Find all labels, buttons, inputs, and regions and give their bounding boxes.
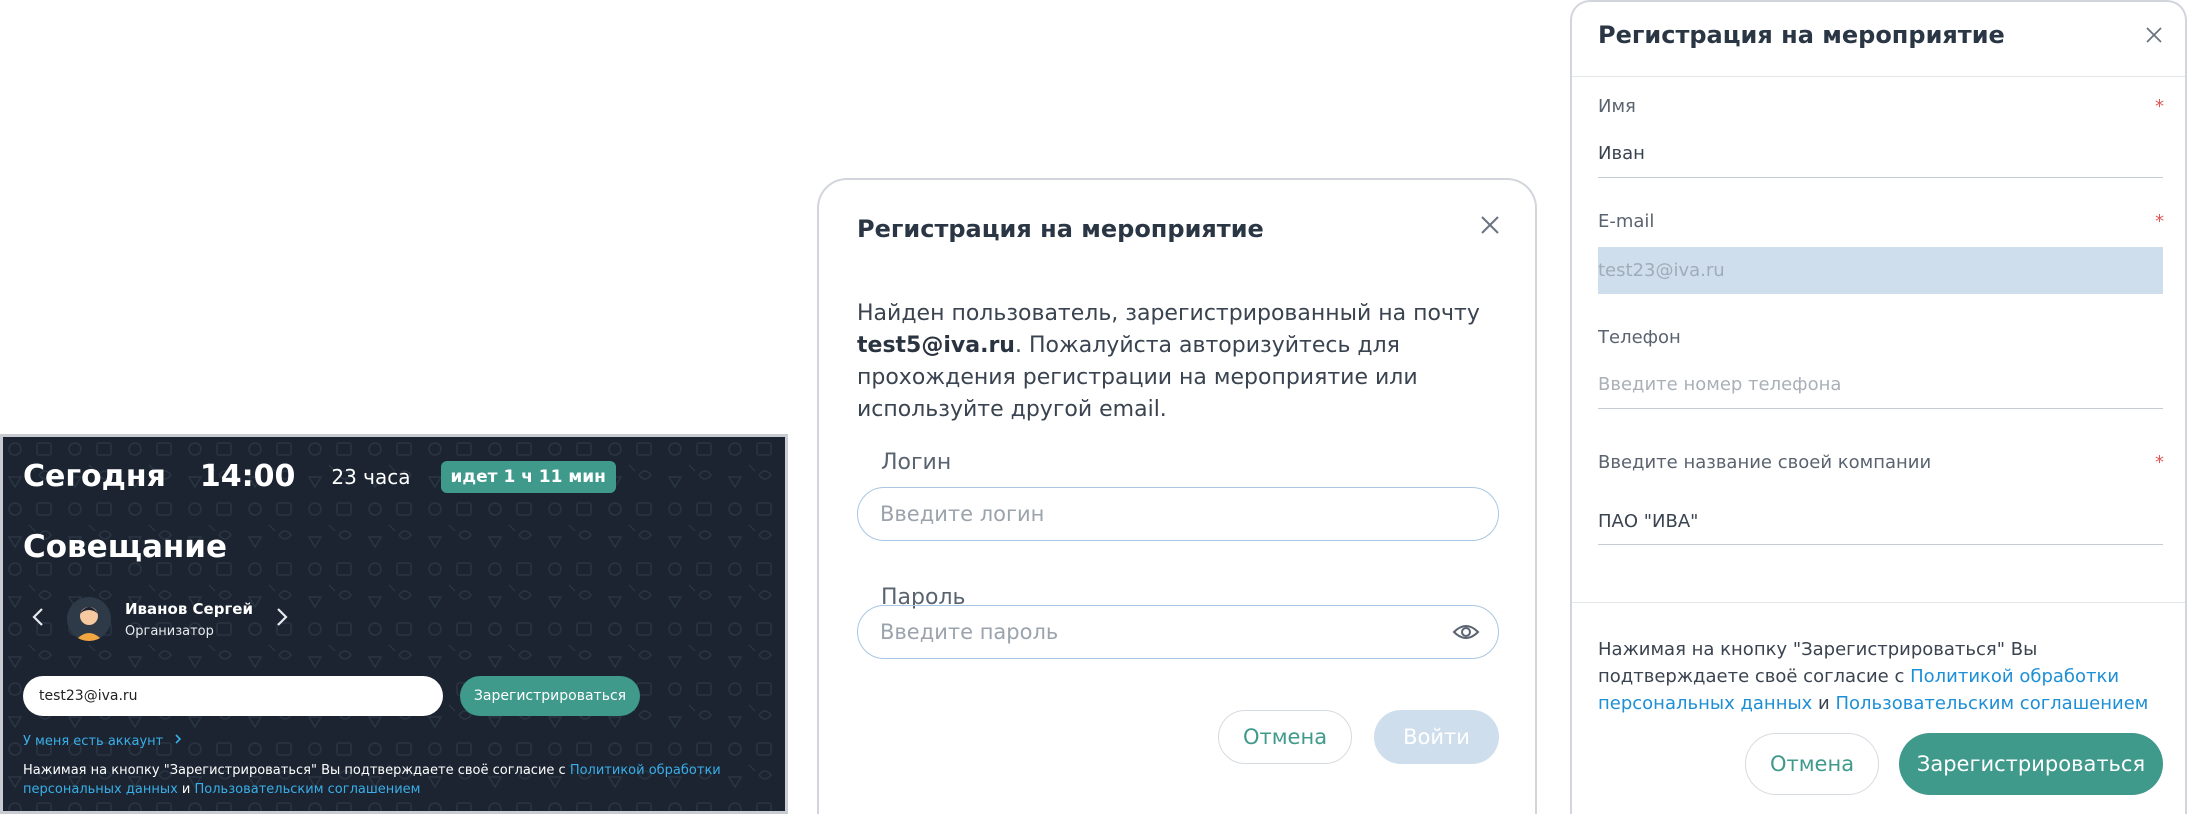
password-placeholder: Введите пароль bbox=[880, 620, 1059, 644]
have-account-label: У меня есть аккаунт bbox=[23, 734, 164, 749]
cancel-button[interactable]: Отмена bbox=[1745, 733, 1879, 795]
phone-label: Телефон bbox=[1598, 327, 1681, 348]
register-button[interactable]: Зарегистрироваться bbox=[1899, 733, 2163, 795]
user-agreement-link[interactable]: Пользовательским соглашением bbox=[1835, 693, 2148, 714]
company-underline bbox=[1598, 544, 2163, 545]
message-email: test5@iva.ru bbox=[857, 333, 1015, 358]
organizer-block: Иванов Сергей Организатор bbox=[31, 597, 289, 641]
login-button[interactable]: Войти bbox=[1374, 710, 1499, 764]
ongoing-badge: идет 1 ч 11 мин bbox=[440, 460, 616, 493]
cancel-button[interactable]: Отмена bbox=[1218, 710, 1352, 764]
organizer-role: Организатор bbox=[125, 623, 214, 639]
name-underline bbox=[1598, 177, 2163, 178]
user-agreement-link[interactable]: Пользовательским соглашением bbox=[195, 782, 421, 797]
login-label: Логин bbox=[881, 450, 952, 475]
phone-underline bbox=[1598, 408, 2163, 409]
header-divider bbox=[1572, 76, 2185, 77]
login-input[interactable]: Введите логин bbox=[857, 487, 1499, 541]
email-input[interactable]: test23@iva.ru bbox=[23, 676, 443, 716]
password-input[interactable]: Введите пароль bbox=[857, 605, 1499, 659]
found-user-message: Найден пользователь, зарегистрированный … bbox=[857, 298, 1497, 426]
have-account-link[interactable]: У меня есть аккаунт bbox=[23, 733, 183, 749]
close-icon[interactable] bbox=[2144, 25, 2164, 45]
chevron-right-icon bbox=[175, 734, 182, 744]
login-placeholder: Введите логин bbox=[880, 502, 1045, 526]
login-modal: Регистрация на мероприятие Найден пользо… bbox=[817, 178, 1537, 814]
name-label: Имя bbox=[1598, 96, 1636, 117]
email-label: E-mail bbox=[1598, 211, 1655, 232]
time-remaining: 23 часа bbox=[331, 464, 411, 489]
organizer-avatar bbox=[67, 597, 111, 641]
registration-modal: Регистрация на мероприятие Имя * Иван E-… bbox=[1570, 0, 2187, 814]
required-mark: * bbox=[2155, 452, 2164, 473]
consent-text: Нажимая на кнопку "Зарегистрироваться" В… bbox=[1598, 636, 2168, 717]
consent-text: Нажимая на кнопку "Зарегистрироваться" В… bbox=[23, 761, 783, 799]
email-input[interactable]: test23@iva.ru bbox=[1598, 247, 2163, 294]
message-part1: Найден пользователь, зарегистрированный … bbox=[857, 301, 1480, 326]
event-title: Совещание bbox=[23, 529, 228, 565]
company-label: Введите название своей компании bbox=[1598, 452, 1932, 473]
chevron-left-icon[interactable] bbox=[31, 606, 45, 633]
modal-title: Регистрация на мероприятие bbox=[1598, 21, 2005, 49]
required-mark: * bbox=[2155, 211, 2164, 232]
consent-and: и bbox=[177, 782, 195, 797]
company-input[interactable]: ПАО "ИВА" bbox=[1598, 511, 1698, 532]
chevron-right-icon[interactable] bbox=[275, 606, 289, 633]
consent-and: и bbox=[1812, 693, 1836, 714]
register-button[interactable]: Зарегистрироваться bbox=[460, 676, 640, 716]
organizer-name: Иванов Сергей bbox=[125, 599, 253, 618]
close-icon[interactable] bbox=[1478, 213, 1502, 237]
event-card: Сегодня 14:00 23 часа идет 1 ч 11 мин Со… bbox=[0, 434, 788, 814]
name-input[interactable]: Иван bbox=[1598, 143, 1645, 164]
consent-prefix: Нажимая на кнопку "Зарегистрироваться" В… bbox=[23, 763, 570, 778]
phone-input[interactable]: Введите номер телефона bbox=[1598, 374, 1841, 395]
eye-icon[interactable] bbox=[1452, 620, 1480, 644]
footer-divider bbox=[1572, 602, 2185, 603]
event-time-row: Сегодня 14:00 23 часа идет 1 ч 11 мин bbox=[23, 459, 616, 494]
required-mark: * bbox=[2155, 96, 2164, 117]
modal-title: Регистрация на мероприятие bbox=[857, 215, 1264, 243]
email-value: test23@iva.ru bbox=[1598, 260, 1725, 281]
today-label: Сегодня bbox=[23, 459, 166, 494]
event-time: 14:00 bbox=[199, 459, 296, 494]
